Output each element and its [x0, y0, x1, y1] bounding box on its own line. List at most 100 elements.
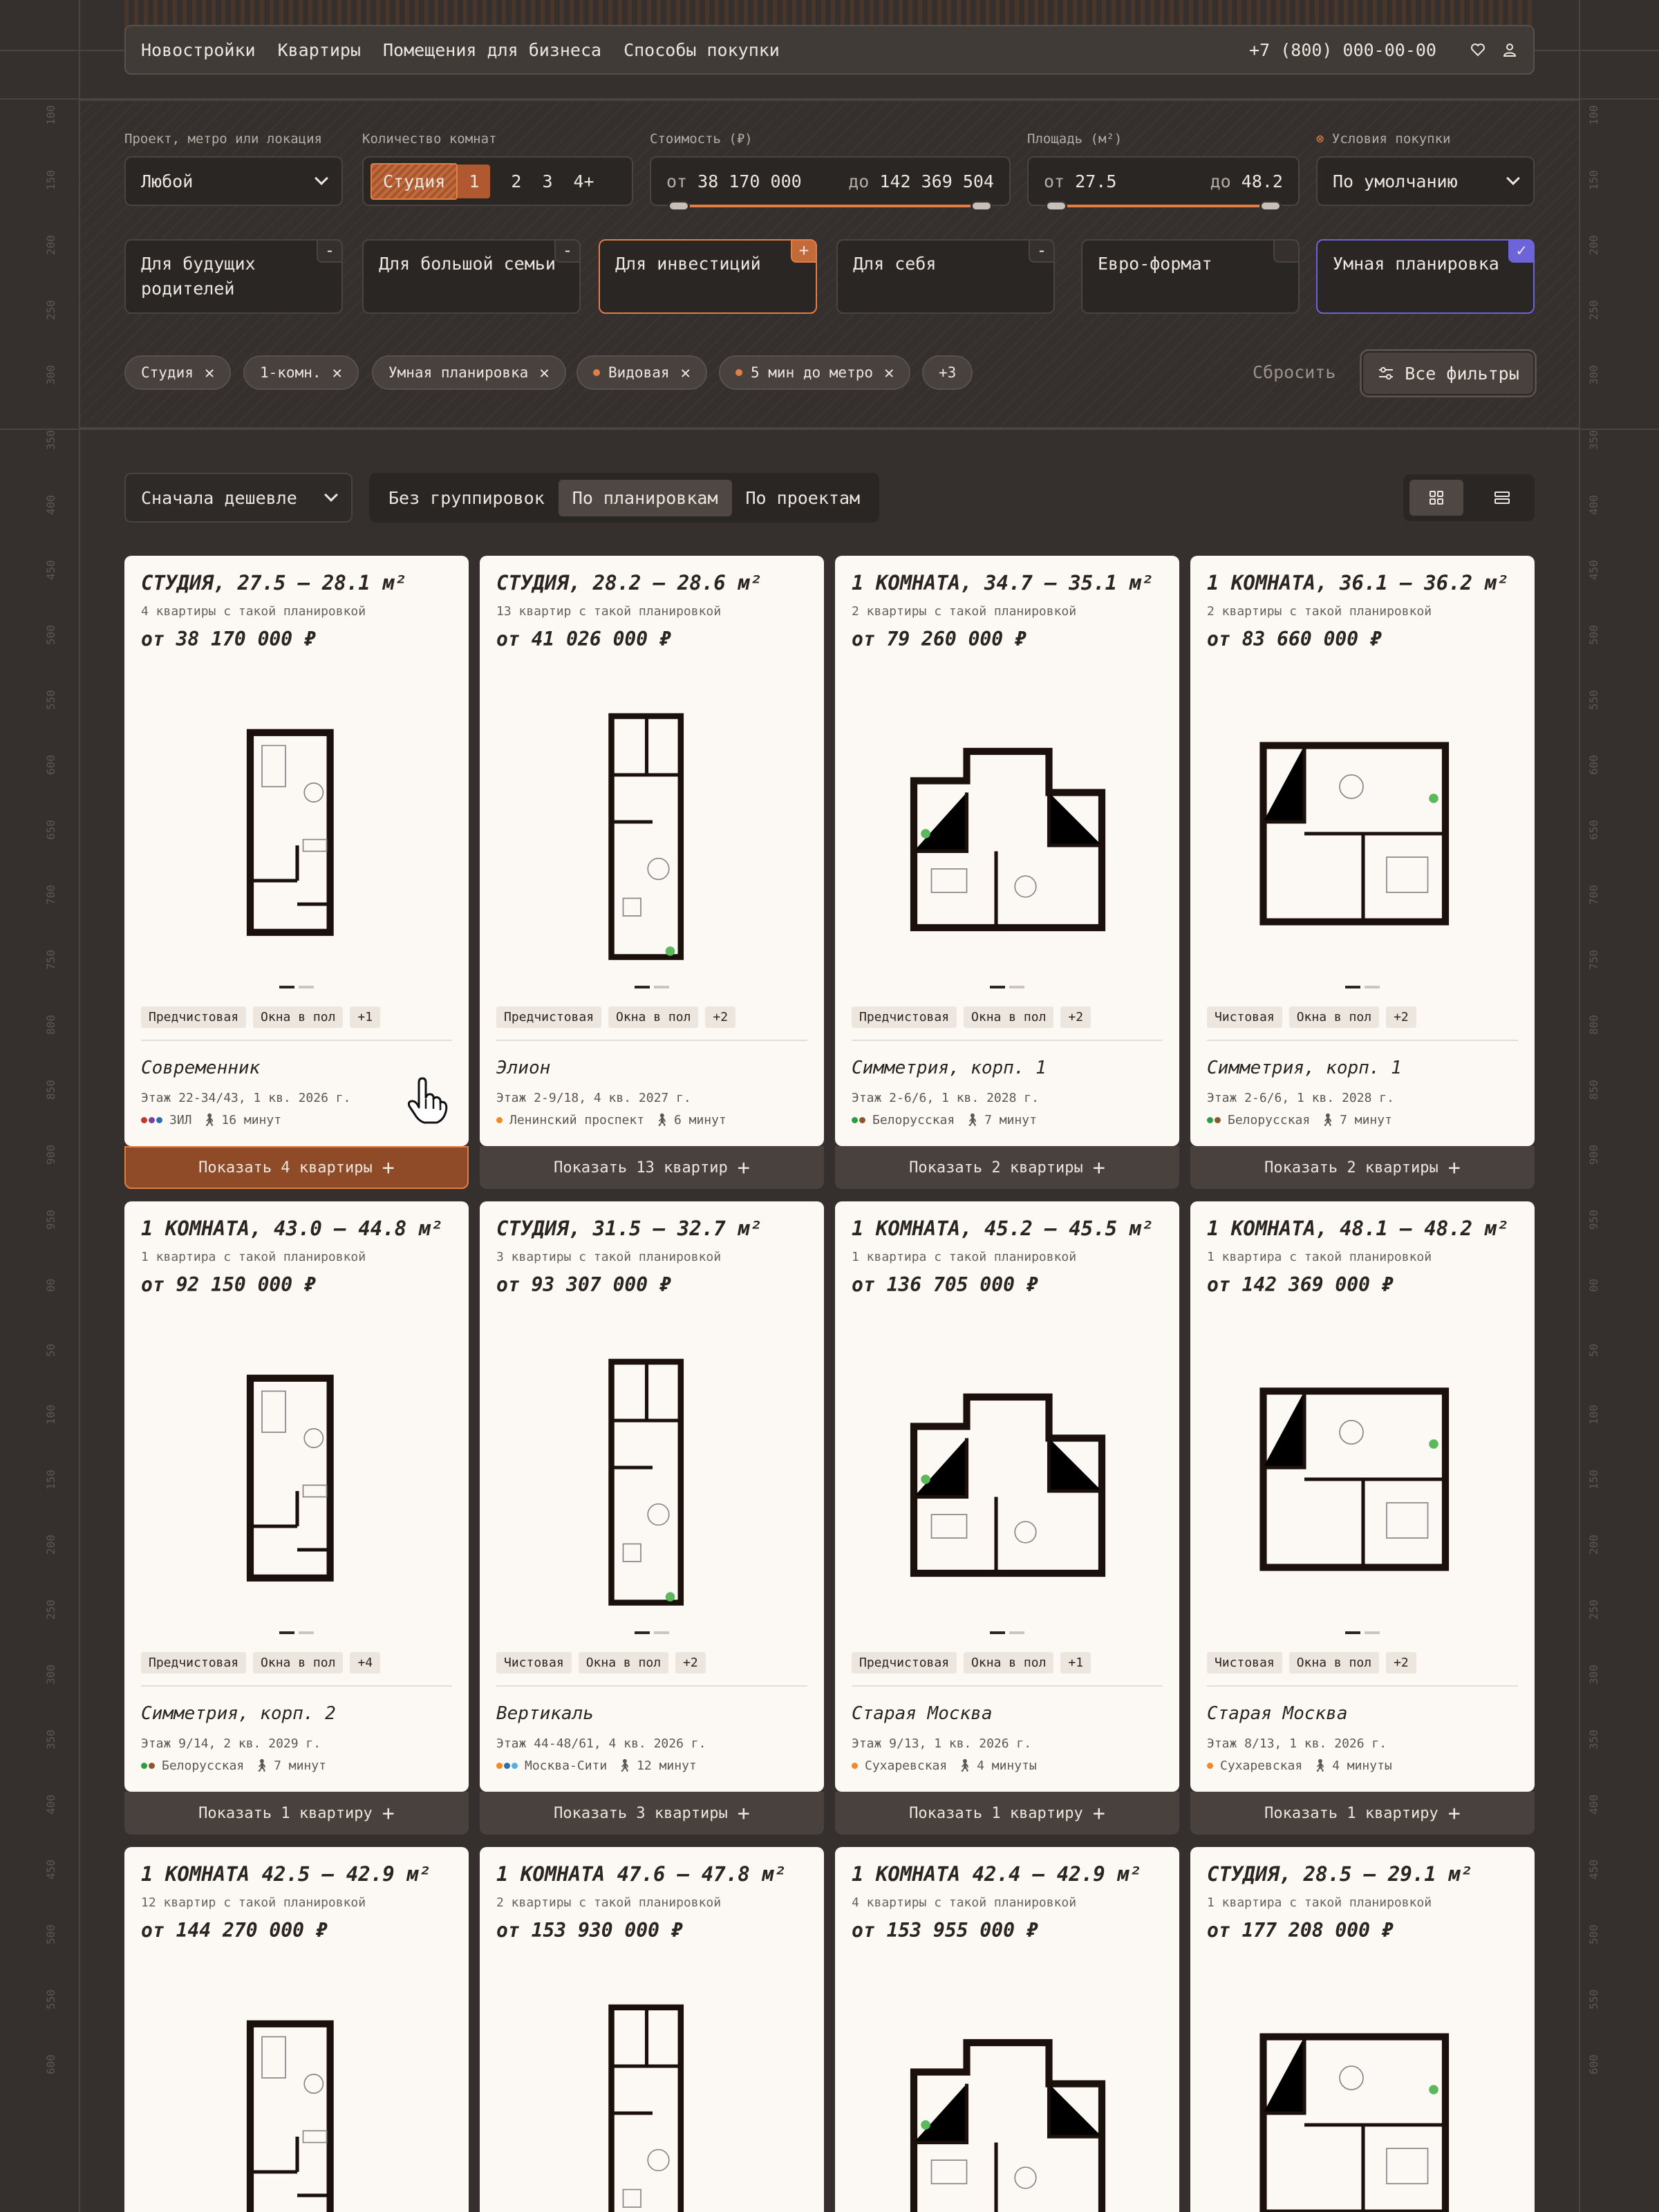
floor-plan-image[interactable]: [890, 1973, 1125, 2212]
grid-view-icon[interactable]: [1409, 480, 1463, 516]
floor-plan-image[interactable]: [535, 1327, 770, 1631]
price-from-input[interactable]: 38 170 000: [697, 171, 802, 191]
project-name[interactable]: Вертикаль: [496, 1703, 594, 1724]
floor-plan-image[interactable]: [535, 1973, 770, 2212]
show-apartments-button[interactable]: Показать 2 квартиры +: [835, 1146, 1179, 1189]
all-filters-button[interactable]: Все фильтры: [1362, 351, 1535, 395]
room-option-4plus[interactable]: 4+: [574, 171, 594, 191]
project-name[interactable]: Симметрия, корп. 1: [852, 1058, 1047, 1078]
chip-studio[interactable]: Студия ✕: [124, 355, 232, 390]
carousel-dots[interactable]: [279, 1631, 315, 1634]
floor-plan-image[interactable]: [1246, 682, 1481, 986]
room-option-1[interactable]: 1: [458, 164, 491, 198]
project-name[interactable]: Старая Москва: [1207, 1703, 1348, 1724]
project-name[interactable]: Элион: [496, 1058, 550, 1078]
project-name[interactable]: Симметрия, корп. 2: [141, 1703, 336, 1724]
category-for-self[interactable]: Для себя -: [836, 239, 1055, 314]
floor-plan-image[interactable]: [180, 1973, 415, 2212]
card-title: 1 КОМНАТА 42.4 — 42.9 м²: [852, 1862, 1142, 1886]
room-option-2[interactable]: 2: [511, 171, 521, 191]
nav-item-business[interactable]: Помещения для бизнеса: [383, 40, 601, 60]
price-max-handle[interactable]: [971, 200, 993, 212]
show-apartments-button[interactable]: Показать 1 квартиру +: [1190, 1792, 1535, 1835]
user-icon[interactable]: [1501, 41, 1518, 58]
layout-card[interactable]: 1 КОМНАТА 42.4 — 42.9 м² 4 квартиры с та…: [835, 1847, 1179, 2212]
floor-plan-image[interactable]: [535, 682, 770, 986]
area-to-input[interactable]: 48.2: [1241, 171, 1283, 191]
floor-plan-image[interactable]: [890, 1327, 1125, 1631]
card-tag: Предчистовая: [496, 1006, 602, 1028]
carousel-dots[interactable]: [1345, 1631, 1381, 1634]
tab-no-grouping[interactable]: Без группировок: [375, 480, 559, 516]
close-icon[interactable]: ✕: [332, 363, 342, 382]
chip-view[interactable]: Видовая ✕: [577, 355, 707, 390]
card-subtitle: 4 квартиры с такой планировкой: [141, 604, 366, 619]
floor-plan-image[interactable]: [180, 682, 415, 986]
layout-card[interactable]: 1 КОМНАТА 47.6 — 47.8 м² 2 квартиры с та…: [480, 1847, 824, 2212]
list-view-icon[interactable]: [1475, 480, 1529, 516]
layout-card[interactable]: 1 КОМНАТА, 34.7 — 35.1 м² 2 квартиры с т…: [835, 556, 1179, 1146]
sort-select[interactable]: Сначала дешевле: [124, 473, 353, 523]
area-max-handle[interactable]: [1259, 200, 1282, 212]
chip-smart-layout[interactable]: Умная планировка ✕: [372, 355, 566, 390]
chip-1-room[interactable]: 1-комн. ✕: [243, 355, 359, 390]
close-icon[interactable]: ✕: [539, 363, 549, 382]
layout-card[interactable]: 1 КОМНАТА, 45.2 — 45.5 м² 1 квартира с т…: [835, 1201, 1179, 1792]
room-option-studio[interactable]: Студия: [371, 162, 458, 200]
show-apartments-button[interactable]: Показать 1 квартиру +: [124, 1792, 469, 1835]
carousel-dots[interactable]: [990, 1631, 1026, 1634]
tab-by-layout[interactable]: По планировкам: [558, 479, 732, 516]
chip-5min-metro[interactable]: 5 мин до метро ✕: [719, 355, 911, 390]
category-future-parents[interactable]: Для будущих родителей -: [124, 239, 343, 314]
show-apartments-button[interactable]: Показать 1 квартиру +: [835, 1792, 1179, 1835]
layout-card[interactable]: СТУДИЯ, 31.5 — 32.7 м² 3 квартиры с тако…: [480, 1201, 824, 1792]
terms-select[interactable]: По умолчанию: [1316, 156, 1535, 206]
floor-plan-image[interactable]: [1246, 1973, 1481, 2212]
carousel-dots[interactable]: [279, 986, 315, 988]
floor-plan-image[interactable]: [890, 682, 1125, 986]
carousel-dots[interactable]: [1345, 986, 1381, 988]
card-price: от 142 369 000 ₽: [1207, 1273, 1394, 1296]
layout-card[interactable]: СТУДИЯ, 28.5 — 29.1 м² 1 квартира с тако…: [1190, 1847, 1535, 2212]
nav-item-apartments[interactable]: Квартиры: [278, 40, 361, 60]
carousel-dots[interactable]: [990, 986, 1026, 988]
reset-button[interactable]: Сбросить: [1253, 362, 1335, 382]
category-euro-format[interactable]: Евро-формат: [1081, 239, 1300, 314]
area-from-input[interactable]: 27.5: [1075, 171, 1116, 191]
show-apartments-button[interactable]: Показать 3 квартиры +: [480, 1792, 824, 1835]
phone-link[interactable]: +7 (800) 000-00-00: [1249, 40, 1436, 60]
floor-plan-image[interactable]: [180, 1327, 415, 1631]
category-big-family[interactable]: Для большой семьи -: [362, 239, 581, 314]
layout-card[interactable]: СТУДИЯ, 28.2 — 28.6 м² 13 квартир с тако…: [480, 556, 824, 1146]
price-min-handle[interactable]: [668, 200, 690, 212]
heart-icon[interactable]: [1470, 41, 1486, 58]
carousel-dots[interactable]: [635, 1631, 671, 1634]
close-icon[interactable]: ✕: [681, 363, 691, 382]
price-to-input[interactable]: 142 369 504: [879, 171, 994, 191]
carousel-dots[interactable]: [635, 986, 671, 988]
chip-more[interactable]: +3: [922, 355, 973, 390]
close-icon[interactable]: ✕: [884, 363, 894, 382]
project-name[interactable]: Современник: [141, 1058, 260, 1078]
area-min-handle[interactable]: [1045, 200, 1067, 212]
nav-item-purchase[interactable]: Способы покупки: [624, 40, 780, 60]
show-apartments-button[interactable]: Показать 4 квартиры +: [124, 1146, 469, 1189]
layout-card[interactable]: 1 КОМНАТА, 43.0 — 44.8 м² 1 квартира с т…: [124, 1201, 469, 1792]
close-icon[interactable]: ✕: [205, 363, 214, 382]
project-name[interactable]: Симметрия, корп. 1: [1207, 1058, 1402, 1078]
metro-station: Ленинский проспект: [509, 1113, 645, 1127]
room-option-3[interactable]: 3: [542, 171, 552, 191]
tab-by-project[interactable]: По проектам: [732, 480, 874, 516]
project-select[interactable]: Любой: [124, 156, 343, 206]
project-name[interactable]: Старая Москва: [852, 1703, 993, 1724]
show-apartments-button[interactable]: Показать 13 квартир +: [480, 1146, 824, 1189]
show-apartments-button[interactable]: Показать 2 квартиры +: [1190, 1146, 1535, 1189]
layout-card[interactable]: СТУДИЯ, 27.5 — 28.1 м² 4 квартиры с тако…: [124, 556, 469, 1146]
category-smart-layout[interactable]: Умная планировка ✓: [1316, 239, 1535, 314]
nav-item-new-buildings[interactable]: Новостройки: [141, 40, 256, 60]
layout-card[interactable]: 1 КОМНАТА, 36.1 — 36.2 м² 2 квартиры с т…: [1190, 556, 1535, 1146]
floor-plan-image[interactable]: [1246, 1327, 1481, 1631]
category-investment[interactable]: Для инвестиций +: [599, 239, 817, 314]
layout-card[interactable]: 1 КОМНАТА, 48.1 — 48.2 м² 1 квартира с т…: [1190, 1201, 1535, 1792]
layout-card[interactable]: 1 КОМНАТА 42.5 — 42.9 м² 12 квартир с та…: [124, 1847, 469, 2212]
